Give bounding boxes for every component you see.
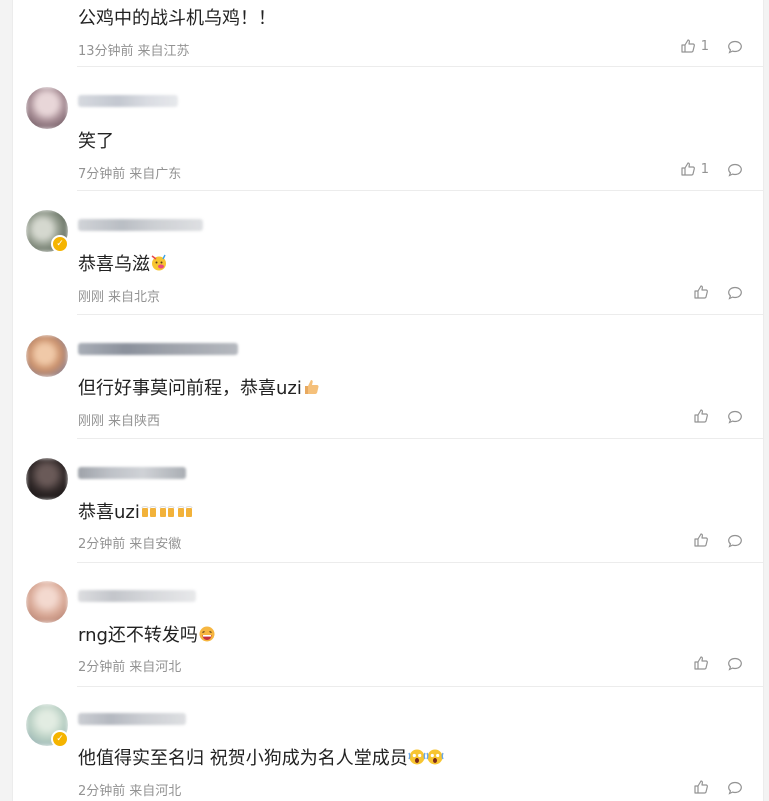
comment-text: rng还不转发吗: [78, 621, 216, 647]
party-face-emoji: [151, 254, 166, 271]
comment-text: 公鸡中的战斗机乌鸡！！: [78, 8, 276, 29]
reply-icon[interactable]: [727, 162, 743, 178]
avatar[interactable]: [26, 87, 68, 129]
comment-meta: 7分钟前 来自广东: [78, 163, 181, 182]
avatar[interactable]: [26, 458, 68, 500]
comment-meta: 刚刚 来自陕西: [78, 410, 160, 429]
avatar[interactable]: [26, 335, 68, 377]
like-count: 1: [700, 161, 709, 177]
comment-location: 来自陕西: [108, 414, 161, 429]
comment-time: 刚刚: [78, 290, 105, 305]
reply-icon[interactable]: [727, 533, 743, 549]
username-blurred[interactable]: [78, 713, 186, 725]
reply-icon[interactable]: [727, 285, 743, 301]
comment-item: rng还不转发吗 2分钟前 来自河北: [13, 563, 763, 687]
like-count: 1: [700, 38, 709, 54]
username-blurred[interactable]: [78, 95, 178, 107]
comment-text: 他值得实至名归 祝贺小狗成为名人堂成员: [78, 744, 444, 770]
comment-text: 恭喜乌滋: [78, 250, 168, 276]
verified-badge-icon: ✓: [51, 235, 69, 253]
comment-location: 来自江苏: [137, 44, 190, 59]
thumbs-up-icon: [694, 780, 708, 794]
comment-item: 但行好事莫问前程，恭喜uzi 刚刚 来自陕西: [13, 315, 763, 439]
cheers-emoji: [141, 506, 157, 517]
thumbs-up-icon: [694, 409, 708, 423]
comment-text: 笑了: [78, 131, 114, 152]
thumbs-up-icon: [681, 162, 695, 176]
comment-location: 来自广东: [129, 167, 182, 182]
like-button[interactable]: [693, 655, 709, 671]
comment-meta: 13分钟前 来自江苏: [78, 40, 190, 59]
reply-icon[interactable]: [727, 656, 743, 672]
comment-location: 来自河北: [129, 784, 182, 799]
like-button[interactable]: [693, 779, 709, 795]
verified-badge-icon: ✓: [51, 730, 69, 748]
thumbs-up-icon: [694, 656, 708, 670]
comment-time: 7分钟前: [78, 167, 126, 182]
username-blurred[interactable]: [78, 343, 238, 355]
comment-time: 2分钟前: [78, 784, 126, 799]
comment-time: 2分钟前: [78, 537, 126, 552]
comment-text: 恭喜uzi: [78, 498, 194, 524]
like-button[interactable]: [693, 532, 709, 548]
reply-icon[interactable]: [727, 39, 743, 55]
comment-time: 刚刚: [78, 414, 105, 429]
comment-meta: 刚刚 来自北京: [78, 286, 160, 305]
comment-location: 来自北京: [108, 290, 161, 305]
comment-item: 笑了 7分钟前 来自广东 1: [13, 67, 763, 191]
reply-icon[interactable]: [727, 780, 743, 796]
like-button[interactable]: 1: [680, 161, 709, 177]
like-button[interactable]: 1: [680, 38, 709, 54]
like-button[interactable]: [693, 408, 709, 424]
thumbs-up-emoji: [304, 380, 319, 394]
comment-time: 13分钟前: [78, 44, 134, 59]
comment-item: 公鸡中的战斗机乌鸡！！ 13分钟前 来自江苏 1: [13, 0, 763, 67]
comment-item: ✓ 恭喜乌滋 刚刚 来自北京: [13, 191, 763, 315]
comment-list: 公鸡中的战斗机乌鸡！！ 13分钟前 来自江苏 1 笑了 7分钟前 来自广东 1 ✓ …: [12, 0, 764, 801]
username-blurred[interactable]: [78, 467, 186, 479]
screaming-face-emoji: [426, 749, 444, 765]
screaming-face-emoji: [408, 749, 426, 765]
comment-meta: 2分钟前 来自河北: [78, 656, 181, 675]
like-button[interactable]: [693, 284, 709, 300]
comment-meta: 2分钟前 来自河北: [78, 780, 181, 799]
cheers-emoji: [177, 506, 193, 517]
thumbs-up-icon: [694, 285, 708, 299]
comment-text: 但行好事莫问前程，恭喜uzi: [78, 374, 320, 400]
comment-meta: 2分钟前 来自安徽: [78, 533, 181, 552]
thumbs-up-icon: [694, 533, 708, 547]
comment-location: 来自河北: [129, 660, 182, 675]
cheers-emoji: [159, 506, 175, 517]
username-blurred[interactable]: [78, 219, 203, 231]
comment-item: ✓ 他值得实至名归 祝贺小狗成为名人堂成员 2分钟前 来自河北: [13, 687, 763, 801]
laughing-face-emoji: [199, 626, 215, 642]
username-blurred[interactable]: [78, 590, 196, 602]
avatar[interactable]: [26, 581, 68, 623]
comment-location: 来自安徽: [129, 537, 182, 552]
thumbs-up-icon: [681, 39, 695, 53]
reply-icon[interactable]: [727, 409, 743, 425]
comment-time: 2分钟前: [78, 660, 126, 675]
comment-item: 恭喜uzi 2分钟前 来自安徽: [13, 439, 763, 563]
